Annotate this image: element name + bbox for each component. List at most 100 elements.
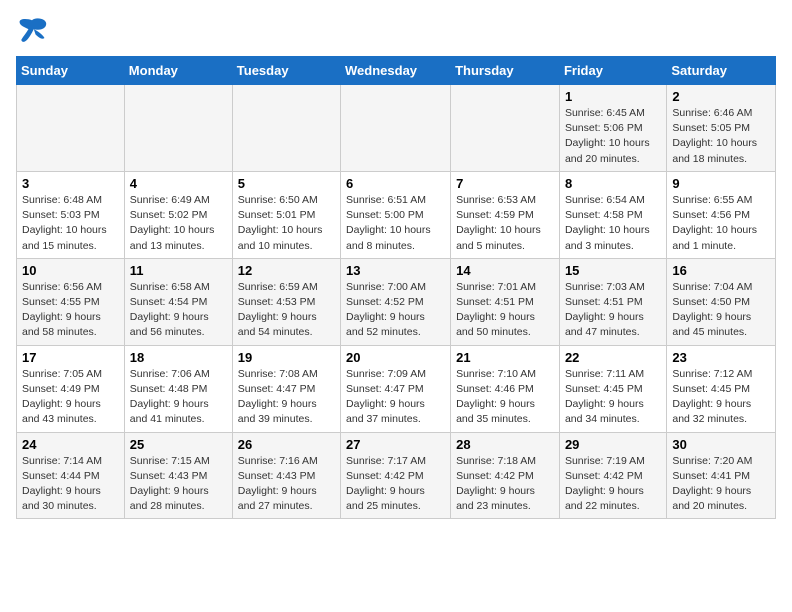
column-header-thursday: Thursday bbox=[451, 57, 560, 85]
calendar-cell: 8 Sunrise: 6:54 AM Sunset: 4:58 PM Daylig… bbox=[559, 171, 666, 258]
calendar-header: SundayMondayTuesdayWednesdayThursdayFrid… bbox=[17, 57, 776, 85]
day-number: 17 bbox=[22, 350, 119, 365]
calendar-cell: 18 Sunrise: 7:06 AM Sunset: 4:48 PM Dayli… bbox=[124, 345, 232, 432]
day-number: 10 bbox=[22, 263, 119, 278]
day-number: 26 bbox=[238, 437, 335, 452]
day-info: Sunrise: 7:14 AM Sunset: 4:44 PM Dayligh… bbox=[22, 454, 119, 515]
column-header-monday: Monday bbox=[124, 57, 232, 85]
day-number: 28 bbox=[456, 437, 554, 452]
calendar-cell bbox=[451, 85, 560, 172]
calendar-cell bbox=[17, 85, 125, 172]
day-info: Sunrise: 7:17 AM Sunset: 4:42 PM Dayligh… bbox=[346, 454, 445, 515]
calendar-week-3: 10 Sunrise: 6:56 AM Sunset: 4:55 PM Dayli… bbox=[17, 258, 776, 345]
calendar-cell: 20Sunrise: 7:09 AM Sunset: 4:47 PM Dayli… bbox=[341, 345, 451, 432]
calendar-cell: 6 Sunrise: 6:51 AM Sunset: 5:00 PM Daylig… bbox=[341, 171, 451, 258]
day-info: Sunrise: 7:15 AM Sunset: 4:43 PM Dayligh… bbox=[130, 454, 227, 515]
day-info: Sunrise: 7:09 AM Sunset: 4:47 PM Dayligh… bbox=[346, 367, 445, 428]
day-info: Sunrise: 7:04 AM Sunset: 4:50 PM Dayligh… bbox=[672, 280, 770, 341]
calendar-cell: 16Sunrise: 7:04 AM Sunset: 4:50 PM Dayli… bbox=[667, 258, 776, 345]
day-info: Sunrise: 7:08 AM Sunset: 4:47 PM Dayligh… bbox=[238, 367, 335, 428]
day-number: 22 bbox=[565, 350, 661, 365]
calendar-cell: 17 Sunrise: 7:05 AM Sunset: 4:49 PM Dayli… bbox=[17, 345, 125, 432]
calendar-cell: 3Sunrise: 6:48 AM Sunset: 5:03 PM Daylig… bbox=[17, 171, 125, 258]
calendar-week-4: 17 Sunrise: 7:05 AM Sunset: 4:49 PM Dayli… bbox=[17, 345, 776, 432]
column-header-friday: Friday bbox=[559, 57, 666, 85]
calendar-cell: 25 Sunrise: 7:15 AM Sunset: 4:43 PM Dayli… bbox=[124, 432, 232, 519]
day-number: 3 bbox=[22, 176, 119, 191]
calendar-cell: 30Sunrise: 7:20 AM Sunset: 4:41 PM Dayli… bbox=[667, 432, 776, 519]
calendar-cell: 21 Sunrise: 7:10 AM Sunset: 4:46 PM Dayli… bbox=[451, 345, 560, 432]
day-info: Sunrise: 7:00 AM Sunset: 4:52 PM Dayligh… bbox=[346, 280, 445, 341]
day-info: Sunrise: 7:16 AM Sunset: 4:43 PM Dayligh… bbox=[238, 454, 335, 515]
day-number: 15 bbox=[565, 263, 661, 278]
day-number: 9 bbox=[672, 176, 770, 191]
calendar-body: 1 Sunrise: 6:45 AM Sunset: 5:06 PM Daylig… bbox=[17, 85, 776, 519]
day-info: Sunrise: 7:03 AM Sunset: 4:51 PM Dayligh… bbox=[565, 280, 661, 341]
day-number: 23 bbox=[672, 350, 770, 365]
day-info: Sunrise: 7:20 AM Sunset: 4:41 PM Dayligh… bbox=[672, 454, 770, 515]
day-info: Sunrise: 6:56 AM Sunset: 4:55 PM Dayligh… bbox=[22, 280, 119, 341]
calendar-cell: 13 Sunrise: 7:00 AM Sunset: 4:52 PM Dayli… bbox=[341, 258, 451, 345]
day-info: Sunrise: 6:46 AM Sunset: 5:05 PM Dayligh… bbox=[672, 106, 770, 167]
calendar-cell: 22 Sunrise: 7:11 AM Sunset: 4:45 PM Dayli… bbox=[559, 345, 666, 432]
day-info: Sunrise: 7:05 AM Sunset: 4:49 PM Dayligh… bbox=[22, 367, 119, 428]
day-info: Sunrise: 7:19 AM Sunset: 4:42 PM Dayligh… bbox=[565, 454, 661, 515]
calendar-cell: 14 Sunrise: 7:01 AM Sunset: 4:51 PM Dayli… bbox=[451, 258, 560, 345]
day-info: Sunrise: 6:50 AM Sunset: 5:01 PM Dayligh… bbox=[238, 193, 335, 254]
day-info: Sunrise: 6:53 AM Sunset: 4:59 PM Dayligh… bbox=[456, 193, 554, 254]
day-number: 8 bbox=[565, 176, 661, 191]
day-number: 4 bbox=[130, 176, 227, 191]
day-number: 13 bbox=[346, 263, 445, 278]
calendar-cell: 11 Sunrise: 6:58 AM Sunset: 4:54 PM Dayli… bbox=[124, 258, 232, 345]
day-info: Sunrise: 6:55 AM Sunset: 4:56 PM Dayligh… bbox=[672, 193, 770, 254]
calendar-cell: 4 Sunrise: 6:49 AM Sunset: 5:02 PM Daylig… bbox=[124, 171, 232, 258]
logo bbox=[16, 16, 52, 44]
calendar-table: SundayMondayTuesdayWednesdayThursdayFrid… bbox=[16, 56, 776, 519]
logo-icon bbox=[16, 16, 48, 44]
day-info: Sunrise: 6:59 AM Sunset: 4:53 PM Dayligh… bbox=[238, 280, 335, 341]
day-info: Sunrise: 6:58 AM Sunset: 4:54 PM Dayligh… bbox=[130, 280, 227, 341]
calendar-cell: 24 Sunrise: 7:14 AM Sunset: 4:44 PM Dayli… bbox=[17, 432, 125, 519]
calendar-cell: 15 Sunrise: 7:03 AM Sunset: 4:51 PM Dayli… bbox=[559, 258, 666, 345]
calendar-cell: 23 Sunrise: 7:12 AM Sunset: 4:45 PM Dayli… bbox=[667, 345, 776, 432]
column-header-saturday: Saturday bbox=[667, 57, 776, 85]
calendar-cell: 10 Sunrise: 6:56 AM Sunset: 4:55 PM Dayli… bbox=[17, 258, 125, 345]
calendar-cell: 12 Sunrise: 6:59 AM Sunset: 4:53 PM Dayli… bbox=[232, 258, 340, 345]
page-header bbox=[16, 16, 776, 44]
calendar-cell: 5 Sunrise: 6:50 AM Sunset: 5:01 PM Daylig… bbox=[232, 171, 340, 258]
day-number: 27 bbox=[346, 437, 445, 452]
day-number: 5 bbox=[238, 176, 335, 191]
day-number: 1 bbox=[565, 89, 661, 104]
day-number: 24 bbox=[22, 437, 119, 452]
day-number: 11 bbox=[130, 263, 227, 278]
day-info: Sunrise: 7:12 AM Sunset: 4:45 PM Dayligh… bbox=[672, 367, 770, 428]
day-info: Sunrise: 6:54 AM Sunset: 4:58 PM Dayligh… bbox=[565, 193, 661, 254]
day-number: 25 bbox=[130, 437, 227, 452]
calendar-cell: 2 Sunrise: 6:46 AM Sunset: 5:05 PM Daylig… bbox=[667, 85, 776, 172]
calendar-cell: 29 Sunrise: 7:19 AM Sunset: 4:42 PM Dayli… bbox=[559, 432, 666, 519]
calendar-week-5: 24 Sunrise: 7:14 AM Sunset: 4:44 PM Dayli… bbox=[17, 432, 776, 519]
day-number: 14 bbox=[456, 263, 554, 278]
day-number: 6 bbox=[346, 176, 445, 191]
day-info: Sunrise: 6:45 AM Sunset: 5:06 PM Dayligh… bbox=[565, 106, 661, 167]
day-info: Sunrise: 7:10 AM Sunset: 4:46 PM Dayligh… bbox=[456, 367, 554, 428]
day-info: Sunrise: 7:01 AM Sunset: 4:51 PM Dayligh… bbox=[456, 280, 554, 341]
calendar-cell: 27 Sunrise: 7:17 AM Sunset: 4:42 PM Dayli… bbox=[341, 432, 451, 519]
calendar-week-1: 1 Sunrise: 6:45 AM Sunset: 5:06 PM Daylig… bbox=[17, 85, 776, 172]
calendar-week-2: 3Sunrise: 6:48 AM Sunset: 5:03 PM Daylig… bbox=[17, 171, 776, 258]
day-number: 7 bbox=[456, 176, 554, 191]
column-header-wednesday: Wednesday bbox=[341, 57, 451, 85]
day-info: Sunrise: 6:49 AM Sunset: 5:02 PM Dayligh… bbox=[130, 193, 227, 254]
day-number: 21 bbox=[456, 350, 554, 365]
day-info: Sunrise: 7:06 AM Sunset: 4:48 PM Dayligh… bbox=[130, 367, 227, 428]
day-number: 29 bbox=[565, 437, 661, 452]
calendar-cell: 9 Sunrise: 6:55 AM Sunset: 4:56 PM Daylig… bbox=[667, 171, 776, 258]
day-info: Sunrise: 7:11 AM Sunset: 4:45 PM Dayligh… bbox=[565, 367, 661, 428]
day-info: Sunrise: 7:18 AM Sunset: 4:42 PM Dayligh… bbox=[456, 454, 554, 515]
calendar-cell bbox=[124, 85, 232, 172]
day-number: 12 bbox=[238, 263, 335, 278]
day-number: 18 bbox=[130, 350, 227, 365]
day-number: 2 bbox=[672, 89, 770, 104]
day-info: Sunrise: 6:51 AM Sunset: 5:00 PM Dayligh… bbox=[346, 193, 445, 254]
calendar-cell: 19Sunrise: 7:08 AM Sunset: 4:47 PM Dayli… bbox=[232, 345, 340, 432]
